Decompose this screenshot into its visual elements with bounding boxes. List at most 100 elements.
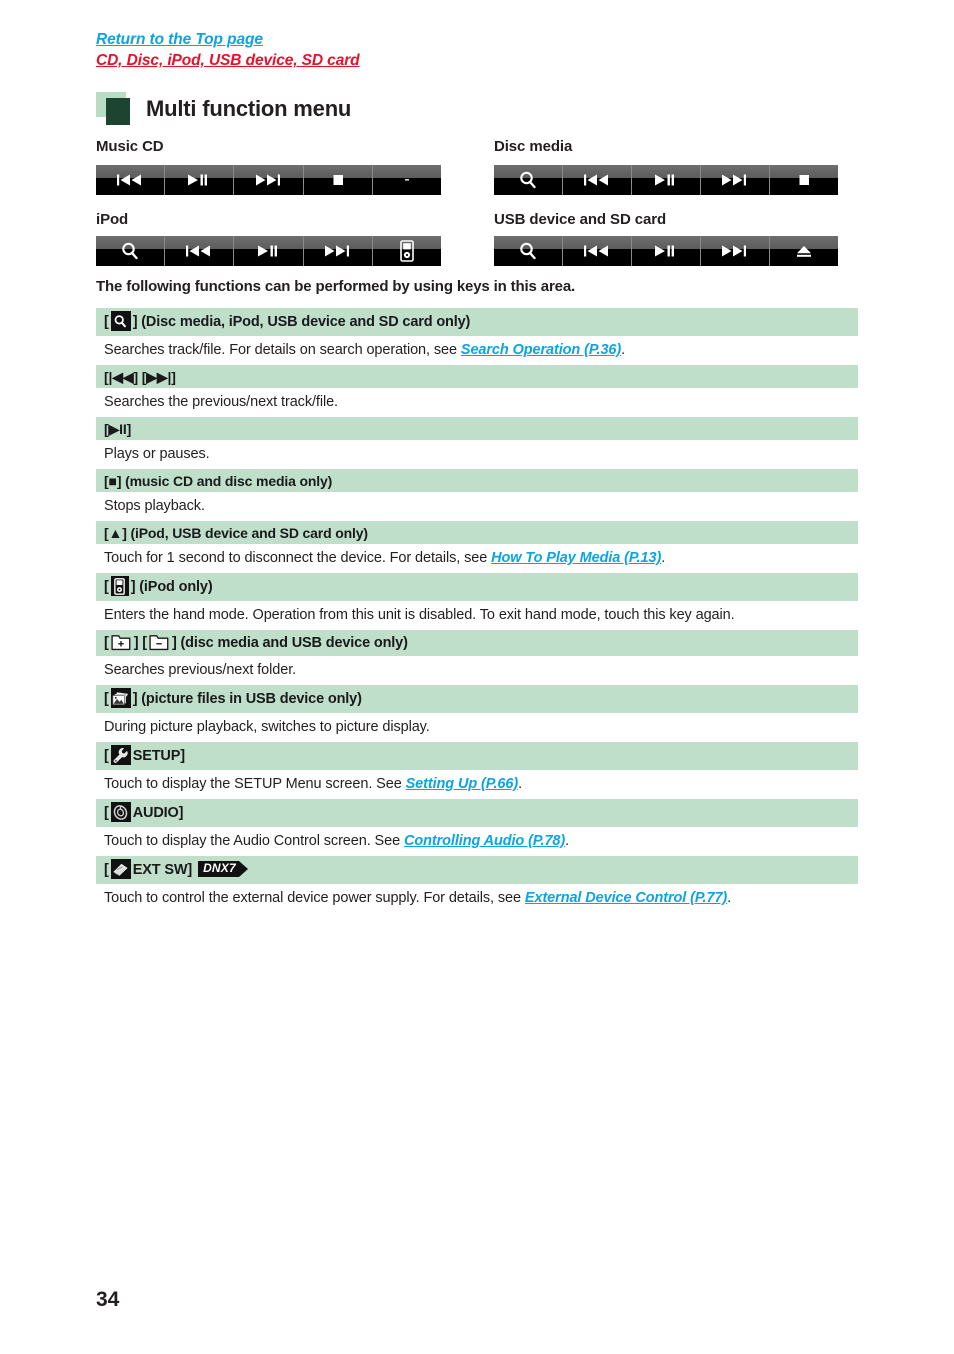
prev-track-icon[interactable] — [563, 165, 632, 195]
how-to-play-media-link[interactable]: How To Play Media (P.13) — [491, 550, 661, 566]
control-bar-usb-sd — [494, 236, 838, 266]
term-prefix: [ — [104, 748, 109, 764]
description-play-pause: Plays or pauses. — [96, 440, 858, 469]
list-item: [ AUDIO] Touch to display the Audio Cont… — [96, 799, 858, 856]
return-to-top-link[interactable]: Return to the Top page — [96, 30, 360, 50]
term-suffix: ] (iPod only) — [130, 579, 213, 595]
term-prefix: [ — [104, 579, 109, 595]
desc-text: Touch to control the external device pow… — [104, 890, 525, 906]
badge-tip-icon — [238, 861, 248, 877]
prev-track-icon[interactable] — [165, 236, 235, 266]
desc-text: Searches track/file. For details on sear… — [104, 342, 461, 358]
external-device-control-link[interactable]: External Device Control (P.77) — [525, 890, 727, 906]
term-suffix: EXT SW] — [132, 862, 193, 878]
term-suffix: ] (disc media and USB device only) — [171, 635, 408, 651]
desc-text: Plays or pauses. — [104, 446, 210, 462]
term-hand-mode: [ ] (iPod only) — [96, 573, 858, 601]
term-search: [ ] (Disc media, iPod, USB device and SD… — [96, 308, 858, 336]
desc-text: Touch for 1 second to disconnect the dev… — [104, 550, 492, 566]
search-icon[interactable] — [494, 165, 563, 195]
desc-text: Stops playback. — [104, 498, 205, 514]
description-setup: Touch to display the SETUP Menu screen. … — [96, 770, 858, 799]
term-text: [■] (music CD and disc media only) — [104, 472, 333, 489]
desc-tail: . — [727, 890, 732, 906]
term-stop: [■] (music CD and disc media only) — [96, 469, 858, 492]
eject-icon[interactable] — [770, 236, 838, 266]
term-prefix: [ — [104, 862, 109, 878]
control-bar-disc-media — [494, 165, 838, 195]
desc-text: Touch to display the SETUP Menu screen. … — [104, 776, 406, 792]
stop-icon[interactable] — [770, 165, 838, 195]
desc-tail: . — [661, 550, 666, 566]
control-bar-label-disc-media: Disc media — [494, 138, 573, 155]
description-folder: Searches previous/next folder. — [96, 656, 858, 685]
setting-up-link[interactable]: Setting Up (P.66) — [406, 776, 519, 792]
list-item: [|◀◀] [▶▶|] Searches the previous/next t… — [96, 365, 858, 417]
prev-track-icon[interactable] — [96, 165, 166, 195]
description-ext-sw: Touch to control the external device pow… — [96, 884, 858, 913]
term-audio: [ AUDIO] — [96, 799, 858, 827]
next-track-icon[interactable] — [701, 236, 770, 266]
search-icon[interactable] — [494, 236, 563, 266]
controlling-audio-link[interactable]: Controlling Audio (P.78) — [404, 833, 565, 849]
control-bar-music-cd — [96, 165, 441, 195]
term-prefix: [ — [104, 691, 109, 707]
term-suffix: SETUP] — [132, 748, 185, 764]
next-track-icon[interactable] — [234, 165, 304, 195]
list-item: [▲] (iPod, USB device and SD card only) … — [96, 521, 858, 573]
breadcrumb-path-link[interactable]: CD, Disc, iPod, USB device, SD card — [96, 50, 360, 71]
list-item: [▶II] Plays or pauses. — [96, 417, 858, 469]
breadcrumb: Return to the Top page CD, Disc, iPod, U… — [96, 30, 360, 71]
term-prev-next: [|◀◀] [▶▶|] — [96, 365, 858, 388]
stop-icon[interactable] — [304, 165, 373, 195]
term-text: [|◀◀] [▶▶|] — [104, 368, 176, 385]
desc-text: Searches previous/next folder. — [104, 662, 297, 678]
search-icon — [110, 311, 131, 331]
description-stop: Stops playback. — [96, 492, 858, 521]
control-bar-label-music-cd: Music CD — [96, 138, 164, 155]
term-play-pause: [▶II] — [96, 417, 858, 440]
list-item: [■] (music CD and disc media only) Stops… — [96, 469, 858, 521]
list-item: [ SETUP] Touch to display the SETUP Menu… — [96, 742, 858, 799]
term-folder: [ ] [ ] (disc media and USB device only) — [96, 630, 858, 656]
folder-plus-icon — [111, 633, 132, 651]
term-setup: [ SETUP] — [96, 742, 858, 770]
document-page: Return to the Top page CD, Disc, iPod, U… — [0, 0, 954, 1354]
desc-text: Touch to display the Audio Control scree… — [104, 833, 404, 849]
ipod-hand-mode-icon[interactable] — [373, 236, 441, 266]
term-suffix: AUDIO] — [132, 805, 184, 821]
description-picture: During picture playback, switches to pic… — [96, 713, 858, 742]
list-item: [ ] (Disc media, iPod, USB device and SD… — [96, 308, 858, 365]
description-eject: Touch for 1 second to disconnect the dev… — [96, 544, 858, 573]
desc-text: Searches the previous/next track/file. — [104, 394, 338, 410]
term-eject: [▲] (iPod, USB device and SD card only) — [96, 521, 858, 544]
term-prefix: [ — [104, 314, 109, 330]
term-text: [▶II] — [104, 420, 132, 437]
play-pause-icon[interactable] — [632, 165, 701, 195]
play-pause-icon[interactable] — [632, 236, 701, 266]
term-ext-sw: [ EXT SW] DNX7 — [96, 856, 858, 884]
page-title-text: Multi function menu — [146, 96, 352, 121]
list-item: [ ] [ ] (disc media and USB device only)… — [96, 630, 858, 685]
desc-tail: . — [621, 342, 626, 358]
prev-track-icon[interactable] — [563, 236, 632, 266]
next-track-icon[interactable] — [701, 165, 770, 195]
description-search: Searches track/file. For details on sear… — [96, 336, 858, 365]
list-item: [ ] (picture files in USB device only) D… — [96, 685, 858, 742]
section-marker-icon — [96, 92, 138, 126]
desc-tail: . — [565, 833, 570, 849]
search-icon[interactable] — [96, 236, 166, 266]
blank-key[interactable] — [373, 165, 441, 195]
search-operation-link[interactable]: Search Operation (P.36) — [461, 342, 621, 358]
play-pause-icon[interactable] — [234, 236, 304, 266]
term-suffix: ] (Disc media, iPod, USB device and SD c… — [132, 314, 471, 330]
next-track-icon[interactable] — [304, 236, 373, 266]
folder-minus-icon — [149, 633, 170, 651]
badge-label: DNX7 — [198, 861, 239, 877]
desc-tail: . — [518, 776, 522, 792]
wrench-setup-icon — [110, 745, 131, 765]
term-picture: [ ] (picture files in USB device only) — [96, 685, 858, 713]
play-pause-icon[interactable] — [165, 165, 235, 195]
audio-knob-icon — [110, 802, 131, 822]
term-middle: ] [ — [133, 635, 147, 651]
